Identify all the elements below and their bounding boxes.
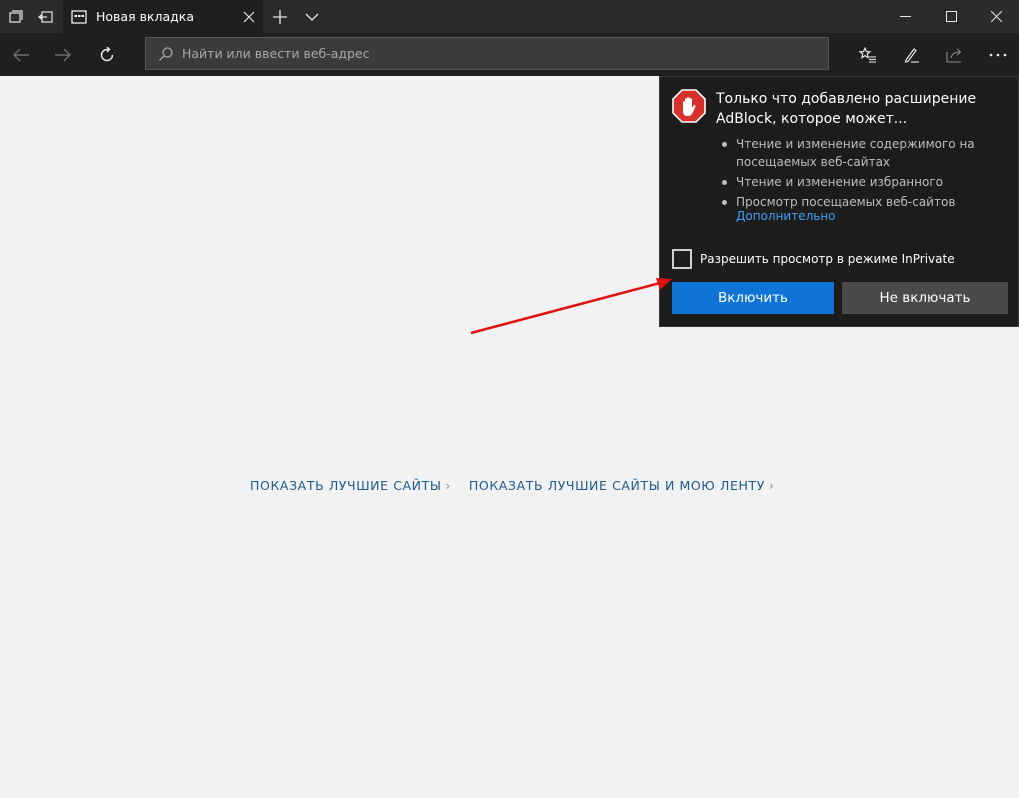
web-note-button[interactable] [889,33,933,76]
more-button[interactable] [976,33,1019,76]
window-close-button[interactable] [973,0,1019,33]
tab-list-chevron-icon [305,13,319,21]
set-aside-tabs-icon [37,10,53,23]
search-icon [159,46,173,61]
show-top-sites-and-feed-link[interactable]: ПОКАЗАТЬ ЛУЧШИЕ САЙТЫ И МОЮ ЛЕНТУ › [469,478,774,493]
new-tab-links: ПОКАЗАТЬ ЛУЧШИЕ САЙТЫ › ПОКАЗАТЬ ЛУЧШИЕ … [250,478,774,493]
maximize-icon [945,11,957,22]
adblock-hand-icon [672,89,706,123]
more-icon [989,53,1007,56]
inprivate-checkbox-label: Разрешить просмотр в режиме InPrivate [700,252,955,266]
permission-list: Чтение и изменение содержимого на посеща… [720,135,1010,213]
show-top-sites-and-feed-label: ПОКАЗАТЬ ЛУЧШИЕ САЙТЫ И МОЮ ЛЕНТУ [468,478,765,493]
permission-item: Чтение и изменение содержимого на посеща… [720,135,1010,171]
popup-title: Только что добавлено расширение AdBlock,… [716,91,977,127]
minimize-button[interactable] [882,0,928,33]
dont-enable-button[interactable]: Не включать [842,282,1008,314]
favicon-icon [71,9,87,24]
window-close-icon [990,11,1002,22]
close-tab-button[interactable] [235,0,263,33]
back-icon [13,48,29,61]
show-top-sites-label: ПОКАЗАТЬ ЛУЧШИЕ САЙТЫ [250,478,442,493]
address-input[interactable] [182,46,828,61]
address-bar[interactable] [145,37,829,70]
annotation-arrow-line [470,281,661,335]
tab-title: Новая вкладка [96,9,194,24]
enable-button[interactable]: Включить [672,282,834,314]
more-details-link[interactable]: Дополнительно [736,209,836,223]
new-tab-icon [273,9,287,24]
tab-preview-icon [8,9,23,23]
inprivate-option[interactable]: Разрешить просмотр в режиме InPrivate [672,249,955,269]
chevron-right-icon: › [445,478,451,493]
tab-preview-button[interactable] [0,0,31,33]
share-icon [946,48,962,63]
refresh-button[interactable] [86,33,128,76]
permission-item: Чтение и изменение избранного [720,173,1010,191]
set-aside-tabs-button[interactable] [30,0,61,33]
favorites-button[interactable] [846,33,890,76]
share-button[interactable] [933,33,977,76]
forward-button[interactable] [42,33,84,76]
title-bar: Новая вкладка [0,0,1019,33]
extension-added-popup: Только что добавлено расширение AdBlock,… [659,76,1019,327]
new-tab-button[interactable] [266,0,294,33]
maximize-button[interactable] [928,0,974,33]
web-note-icon [904,47,919,63]
forward-icon [55,48,71,61]
show-top-sites-link[interactable]: ПОКАЗАТЬ ЛУЧШИЕ САЙТЫ › [250,478,451,493]
navigation-bar [0,33,1019,76]
tab-list-button[interactable] [298,0,326,33]
refresh-icon [100,46,114,61]
chevron-right-icon: › [768,478,775,493]
inprivate-checkbox[interactable] [672,249,692,269]
close-tab-icon [243,11,255,22]
back-button[interactable] [0,33,42,76]
favorites-icon [859,46,876,63]
tab-new-tab[interactable]: Новая вкладка [63,0,263,33]
minimize-icon [899,16,911,17]
